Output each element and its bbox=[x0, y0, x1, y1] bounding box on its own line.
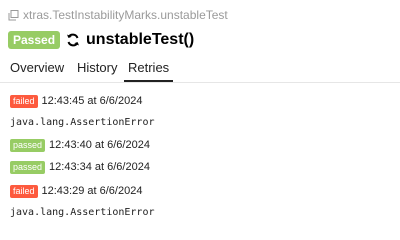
retry-time: 12:43:29 at 6/6/2024 bbox=[41, 185, 143, 197]
tab-overview[interactable]: Overview bbox=[10, 58, 64, 80]
sync-icon bbox=[66, 33, 80, 47]
retry-status-badge: failed bbox=[10, 184, 38, 198]
retry-time: 12:43:34 at 6/6/2024 bbox=[49, 161, 150, 173]
tab-bar: Overview History Retries bbox=[0, 58, 400, 83]
retry-item-1[interactable]: failed 12:43:45 at 6/6/2024 bbox=[10, 94, 142, 108]
status-badge: Passed bbox=[8, 31, 61, 49]
breadcrumb-text: xtras.TestInstabilityMarks.unstableTest bbox=[23, 8, 228, 22]
retry-time: 12:43:40 at 6/6/2024 bbox=[49, 139, 150, 151]
breadcrumb[interactable]: xtras.TestInstabilityMarks.unstableTest bbox=[8, 7, 228, 23]
retry-status-badge: failed bbox=[10, 94, 38, 108]
retry-item-4[interactable]: failed 12:43:29 at 6/6/2024 bbox=[10, 184, 142, 198]
retry-status-badge: passed bbox=[10, 160, 46, 174]
retry-error-message: java.lang.AssertionError bbox=[10, 117, 155, 128]
tab-retries[interactable]: Retries bbox=[124, 58, 174, 82]
tab-history[interactable]: History bbox=[77, 58, 117, 80]
retry-item-2[interactable]: passed 12:43:40 at 6/6/2024 bbox=[10, 138, 150, 152]
retry-item-3[interactable]: passed 12:43:34 at 6/6/2024 bbox=[10, 160, 150, 174]
retry-error-message: java.lang.AssertionError bbox=[10, 207, 155, 218]
retry-status-badge: passed bbox=[10, 138, 46, 152]
test-title-row: Passed unstableTest() bbox=[8, 30, 194, 50]
retry-time: 12:43:45 at 6/6/2024 bbox=[41, 95, 143, 107]
copy-icon[interactable] bbox=[8, 9, 19, 21]
test-name: unstableTest() bbox=[86, 31, 195, 48]
